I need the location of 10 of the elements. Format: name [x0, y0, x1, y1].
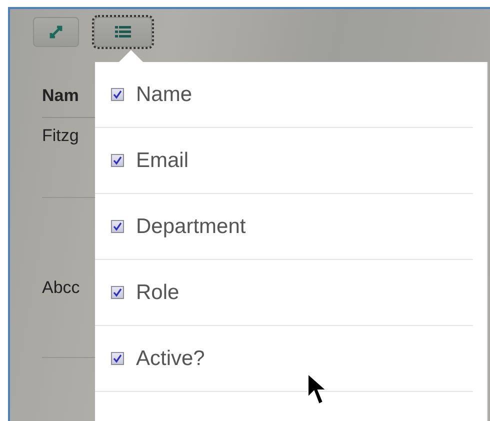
- expand-arrows-icon: [49, 25, 63, 39]
- checkbox[interactable]: [111, 220, 124, 233]
- expand-button[interactable]: [33, 17, 79, 47]
- checkbox[interactable]: [111, 286, 124, 299]
- list-icon: [115, 25, 131, 39]
- checkbox[interactable]: [111, 352, 124, 365]
- column-option-label[interactable]: Role: [136, 280, 180, 304]
- checkbox[interactable]: [111, 154, 124, 167]
- checkbox[interactable]: [111, 88, 124, 101]
- columns-button[interactable]: [94, 17, 152, 47]
